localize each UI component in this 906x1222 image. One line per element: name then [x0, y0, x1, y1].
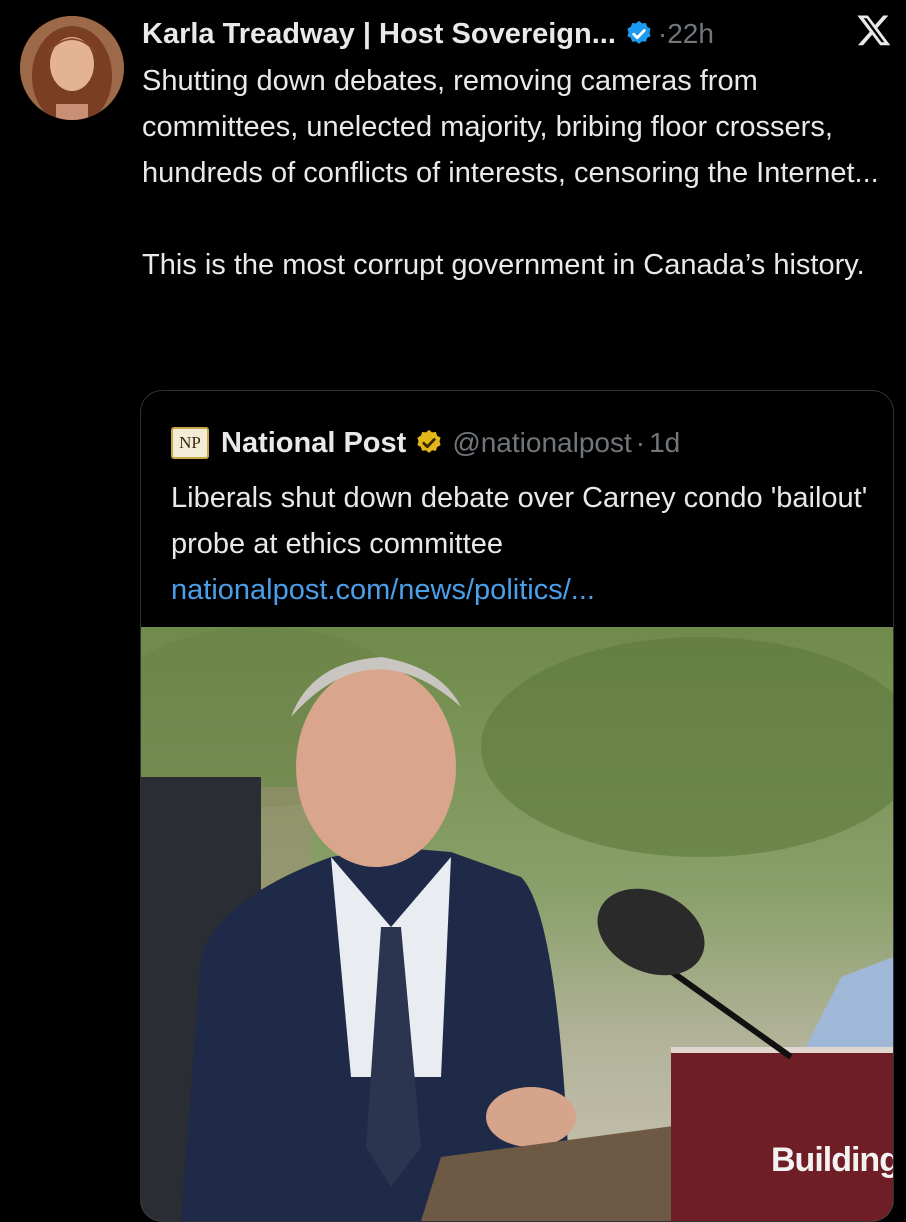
verified-badge-gold-icon — [414, 428, 444, 458]
avatar-photo — [20, 16, 124, 120]
post-text-paragraph: Shutting down debates, removing cameras … — [142, 65, 879, 189]
quoted-post-card[interactable]: NP National Post @nationalpost · 1d Libe… — [140, 390, 894, 1222]
post-timestamp[interactable]: 22h — [667, 18, 714, 50]
meta-separator: · — [635, 427, 646, 458]
quote-image[interactable]: Building — [141, 627, 893, 1221]
post-header: Karla Treadway | Host Sovereign... · 22h — [142, 12, 866, 56]
quote-timestamp[interactable]: 1d — [649, 427, 680, 459]
quote-body: Liberals shut down debate over Carney co… — [171, 482, 868, 560]
quote-header: NP National Post @nationalpost · 1d — [171, 421, 680, 465]
quote-author-name[interactable]: National Post — [221, 427, 406, 460]
article-photo — [141, 627, 893, 1221]
national-post-logo: NP — [171, 427, 209, 459]
post-text: Shutting down debates, removing cameras … — [142, 58, 882, 288]
verified-badge-icon — [624, 19, 654, 49]
author-avatar[interactable] — [20, 16, 124, 120]
quote-link[interactable]: nationalpost.com/news/politics/... — [171, 567, 871, 613]
x-logo-icon — [856, 12, 892, 48]
author-name[interactable]: Karla Treadway | Host Sovereign... — [142, 18, 616, 51]
meta-separator: · — [657, 18, 668, 49]
quote-text: Liberals shut down debate over Carney co… — [171, 475, 871, 613]
quote-handle[interactable]: @nationalpost — [452, 427, 631, 459]
post-text-paragraph: This is the most corrupt government in C… — [142, 249, 865, 281]
podium-sign-text: Building — [771, 1141, 893, 1179]
